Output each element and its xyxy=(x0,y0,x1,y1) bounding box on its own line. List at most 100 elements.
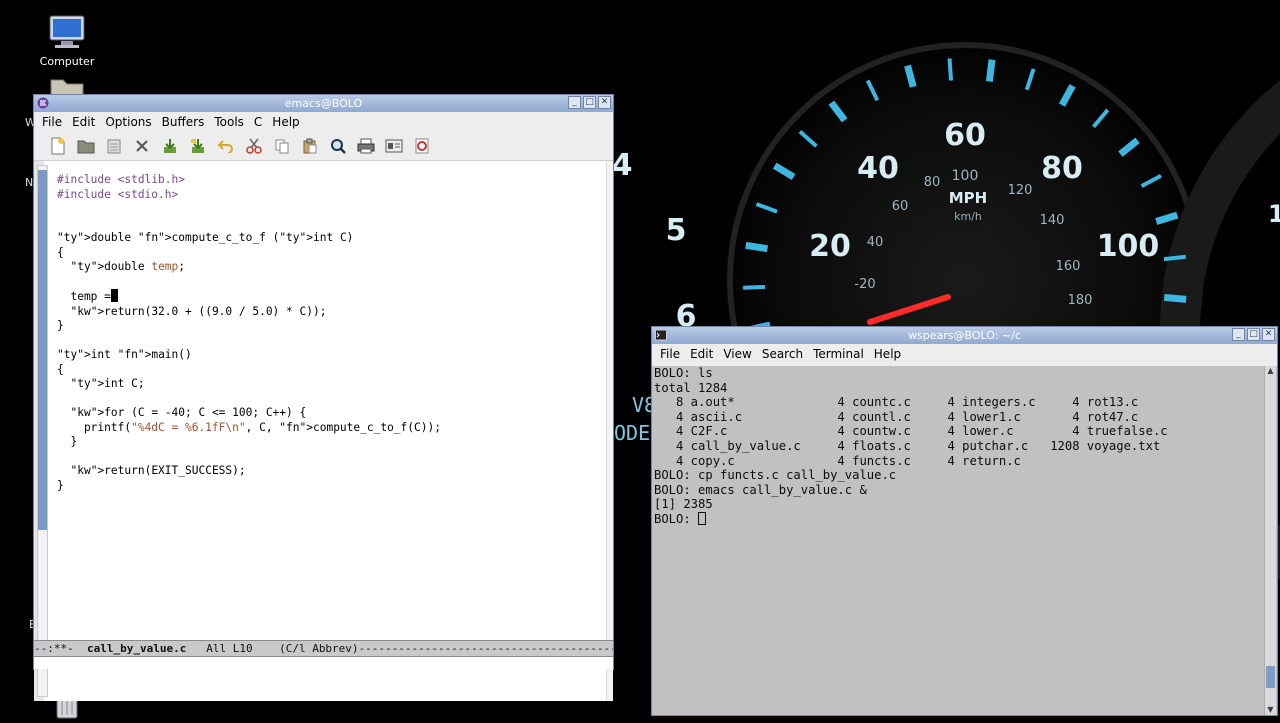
terminal-text[interactable]: BOLO: ls total 1284 8 a.out* 4 countc.c … xyxy=(654,366,1168,527)
svg-text:100: 100 xyxy=(952,168,979,184)
gauge-tick xyxy=(1163,254,1186,262)
scroll-down-arrow[interactable]: ▼ xyxy=(1265,705,1276,715)
menu-help[interactable]: Help xyxy=(869,347,906,361)
print-icon[interactable] xyxy=(354,135,378,157)
terminal-prompt: BOLO: xyxy=(654,511,699,526)
maximize-button[interactable]: □ xyxy=(1247,328,1260,341)
gauge-tick xyxy=(947,58,954,81)
gauge-number-60: 60 xyxy=(944,118,986,153)
desktop-icon-computer[interactable]: Computer xyxy=(32,14,102,68)
terminal-line: [1] 2385 xyxy=(654,497,713,512)
code-line: "kw">for (C = -40; C <= 100; C++) { xyxy=(70,406,307,419)
code-line: "kw">return(EXIT_SUCCESS); xyxy=(70,464,246,477)
menu-edit[interactable]: Edit xyxy=(67,115,100,129)
text-cursor xyxy=(110,289,118,302)
new-file-icon[interactable] xyxy=(46,135,70,157)
menu-c[interactable]: C xyxy=(249,115,267,129)
emacs-minibuffer[interactable] xyxy=(34,657,613,669)
terminal-line: 4 ascii.c 4 countl.c 4 lower1.c 4 rot47.… xyxy=(654,409,1139,424)
emacs-titlebar[interactable]: emacs@BOLO _ □ ✕ xyxy=(34,95,613,112)
search-icon[interactable] xyxy=(326,135,350,157)
terminal-scrollbar[interactable]: ▲ ▼ xyxy=(1264,366,1276,715)
paste-icon[interactable] xyxy=(298,135,322,157)
code-line: #include <stdio.h> xyxy=(57,187,179,201)
minimize-button[interactable]: _ xyxy=(1232,328,1245,341)
close-icon[interactable] xyxy=(130,135,154,157)
svg-text:140: 140 xyxy=(1040,213,1065,228)
gauge-tick xyxy=(745,241,769,253)
terminal-line: BOLO: emacs call_by_value.c & xyxy=(654,482,867,497)
scrollbar-thumb[interactable] xyxy=(38,170,47,530)
emacs-modeline: --:**- call_by_value.c All L10 (C/l Abbr… xyxy=(34,640,613,657)
menu-buffers[interactable]: Buffers xyxy=(157,115,210,129)
help-icon[interactable] xyxy=(410,135,434,157)
emacs-buffer[interactable]: #include <stdlib.h> #include <stdio.h> "… xyxy=(34,161,613,701)
gauge-tick xyxy=(985,59,996,82)
cut-icon[interactable] xyxy=(242,135,266,157)
terminal-window[interactable]: wspears@BOLO: ~/c _ □ ✕ File Edit View S… xyxy=(651,326,1278,716)
terminal-line: 4 call_by_value.c 4 floats.c 4 putchar.c… xyxy=(654,438,1161,453)
terminal-line: BOLO: cp functs.c call_by_value.c xyxy=(654,468,897,483)
code-line: { xyxy=(57,245,64,259)
menu-file[interactable]: File xyxy=(34,115,67,129)
emacs-app-icon xyxy=(37,97,49,109)
gauge-number-20: 20 xyxy=(809,229,851,264)
menu-help[interactable]: Help xyxy=(267,115,304,129)
save-as-icon[interactable] xyxy=(186,135,210,157)
open-folder-icon[interactable] xyxy=(74,135,98,157)
save-icon[interactable] xyxy=(158,135,182,157)
minimize-button[interactable]: _ xyxy=(568,96,581,109)
terminal-titlebar[interactable]: wspears@BOLO: ~/c _ □ ✕ xyxy=(652,327,1277,344)
code-line: "ty">double temp; xyxy=(70,260,186,273)
svg-text:40: 40 xyxy=(867,235,884,250)
maximize-button[interactable]: □ xyxy=(583,96,596,109)
svg-text:-20: -20 xyxy=(854,277,875,292)
modeline-status: -:**- xyxy=(40,642,74,655)
menu-options[interactable]: Options xyxy=(100,115,156,129)
terminal-output[interactable]: BOLO: ls total 1284 8 a.out* 4 countc.c … xyxy=(652,366,1277,715)
computer-icon xyxy=(49,15,85,48)
menu-view[interactable]: View xyxy=(718,347,756,361)
dired-icon[interactable] xyxy=(102,135,126,157)
gauge-tick xyxy=(743,284,766,290)
terminal-line: 4 copy.c 4 functs.c 4 return.c xyxy=(654,453,1021,468)
modeline-position: All L10 xyxy=(206,642,253,655)
emacs-toolbar xyxy=(34,132,613,161)
close-button[interactable]: ✕ xyxy=(598,96,611,109)
modeline-buffer-name: call_by_value.c xyxy=(87,642,187,655)
svg-text:60: 60 xyxy=(892,199,909,214)
menu-file[interactable]: File xyxy=(652,347,685,361)
scrollbar-thumb[interactable] xyxy=(1266,666,1275,688)
vertical-scrollbar[interactable] xyxy=(37,165,48,697)
code-line: } xyxy=(57,319,64,332)
menu-search[interactable]: Search xyxy=(757,347,808,361)
terminal-title: wspears@BOLO: ~/c xyxy=(908,329,1021,342)
preferences-icon[interactable] xyxy=(382,135,406,157)
desktop-icon-label: Computer xyxy=(39,55,95,68)
svg-text:160: 160 xyxy=(1056,259,1081,274)
scroll-up-arrow[interactable]: ▲ xyxy=(1265,366,1276,376)
close-button[interactable]: ✕ xyxy=(1262,328,1275,341)
svg-text:4: 4 xyxy=(612,148,633,183)
code-line: "ty">int C; xyxy=(70,377,145,390)
modeline-modes: (C/l Abbrev) xyxy=(279,642,359,655)
menu-edit[interactable]: Edit xyxy=(685,347,718,361)
terminal-menubar: File Edit View Search Terminal Help xyxy=(652,344,1277,364)
code-line: "ty">int "fn">main() xyxy=(57,348,192,361)
menu-terminal[interactable]: Terminal xyxy=(808,347,869,361)
source-code[interactable]: #include <stdlib.h> #include <stdio.h> "… xyxy=(57,173,441,493)
code-line: printf("%4dC = %6.1fF\n", C, "fn">comput… xyxy=(57,420,441,434)
copy-icon[interactable] xyxy=(270,135,294,157)
emacs-window[interactable]: emacs@BOLO _ □ ✕ File Edit Options Buffe… xyxy=(33,94,614,701)
menu-tools[interactable]: Tools xyxy=(209,115,249,129)
svg-text:km/h: km/h xyxy=(954,210,982,223)
code-line: } xyxy=(57,478,64,492)
code-line: #include <stdlib.h> xyxy=(57,173,185,186)
gauge-number-80: 80 xyxy=(1041,151,1083,186)
undo-icon[interactable] xyxy=(214,135,238,157)
svg-text:MPH: MPH xyxy=(949,189,987,207)
terminal-line: 4 C2F.c 4 countw.c 4 lower.c 4 truefalse… xyxy=(654,424,1168,439)
code-line: } xyxy=(57,435,78,448)
desktop-edge-glyph: N xyxy=(25,176,34,189)
svg-text:180: 180 xyxy=(1068,293,1093,308)
